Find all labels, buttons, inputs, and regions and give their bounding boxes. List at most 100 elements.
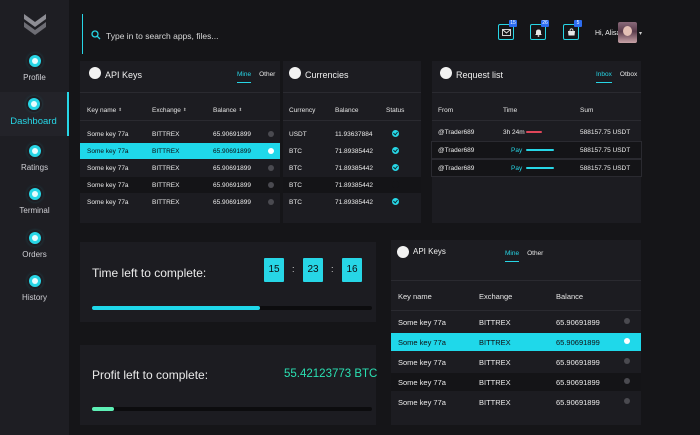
countdown-bar [526,131,542,133]
search-icon[interactable] [91,30,101,40]
cell-balance: 65.90691899 [213,165,251,172]
column-header-balance[interactable]: Balance [335,107,359,114]
table-row[interactable]: @Trader689 3h 24m 588157.75 USDT [432,124,641,140]
search-input[interactable] [106,29,306,42]
nav-dot-icon [28,232,41,244]
cell-balance: 65.90691899 [213,182,251,189]
table-row[interactable]: BTC 71.89385442 [283,160,421,176]
cell-currency: BTC [289,199,302,206]
column-header-exchange[interactable]: Exchange ⬍ [152,107,187,114]
status-check-icon[interactable] [392,198,399,205]
cell-from: @Trader689 [438,147,475,154]
column-header-key-name[interactable]: Key name [398,292,432,301]
status-check-icon[interactable] [392,164,399,171]
cell-currency: BTC [289,165,302,172]
mail-button[interactable]: 15 [498,20,517,40]
tab-other[interactable]: Other [527,250,543,262]
divider [391,280,641,281]
table-row[interactable]: Some key 77a BITTREX 65.90691899 [391,393,641,411]
nav-item-terminal[interactable]: Terminal [0,188,69,228]
cell-balance: 11.93637884 [335,131,373,138]
table-row[interactable]: @Trader689 Pay 588157.75 USDT [431,141,642,159]
timer-seconds: 16 [342,258,362,282]
table-row[interactable]: Some key 77a BITTREX 65.90691899 [391,313,641,331]
divider [80,120,280,121]
row-toggle[interactable] [268,131,274,137]
nav-item-history[interactable]: History [0,275,69,315]
column-header-status[interactable]: Status [386,107,404,114]
pay-link[interactable]: Pay [511,165,522,172]
cell-balance: 65.90691899 [556,358,600,367]
column-header-balance[interactable]: Balance ⬍ [213,107,242,114]
status-check-icon[interactable] [392,147,399,154]
key-icon [397,246,409,258]
table-row[interactable]: Some key 77a BITTREX 65.90691899 [391,353,641,371]
avatar[interactable] [618,22,637,43]
tab-mine[interactable]: Mine [505,250,520,262]
chevron-down-icon[interactable]: ▾ [639,30,642,37]
table-row[interactable]: BTC 71.89385442 [283,194,421,210]
row-toggle[interactable] [268,165,274,171]
tab-otbox[interactable]: Otbox [620,71,637,83]
nav-item-orders[interactable]: Orders [0,232,69,272]
column-header-currency[interactable]: Currency [289,107,315,114]
cell-currency: USDT [289,131,307,138]
cell-balance: 65.90691899 [556,318,600,327]
table-row[interactable]: BTC 71.89385442 [283,177,421,193]
row-toggle[interactable] [624,318,630,324]
column-header-time[interactable]: Time [503,107,517,114]
cell-exchange: BITTREX [152,182,180,189]
column-header-from[interactable]: From [438,107,453,114]
row-toggle[interactable] [268,199,274,205]
list-icon [440,67,452,79]
cell-exchange: BITTREX [152,148,180,155]
table-row[interactable]: Some key 77a BITTREX 65.90691899 [80,143,280,159]
nav-item-profile[interactable]: Profile [0,55,69,95]
cell-exchange: BITTREX [479,378,511,387]
cell-key: Some key 77a [87,131,129,138]
table-row[interactable]: @Trader689 Pay 588157.75 USDT [431,159,642,177]
table-row[interactable]: Some key 77a BITTREX 65.90691899 [80,160,280,176]
table-row[interactable]: USDT 11.93637884 [283,126,421,142]
tab-other[interactable]: Other [259,71,275,83]
divider [283,92,421,93]
nav-item-dashboard[interactable]: Dashboard [0,92,69,136]
api-keys-large-title: API Keys [413,247,446,256]
table-row[interactable]: Some key 77a BITTREX 65.90691899 [80,177,280,193]
pay-progress-bar [526,167,554,169]
table-row[interactable]: Some key 77a BITTREX 65.90691899 [391,373,641,391]
nav-label-terminal: Terminal [19,206,50,215]
status-empty-icon[interactable] [392,181,399,188]
time-left-label: Time left to complete: [92,266,207,280]
column-header-exchange[interactable]: Exchange [479,292,512,301]
cell-balance: 65.90691899 [556,378,600,387]
table-row[interactable]: Some key 77a BITTREX 65.90691899 [80,194,280,210]
status-check-icon[interactable] [392,130,399,137]
row-toggle[interactable] [268,182,274,188]
nav-item-ratings[interactable]: Ratings [0,145,69,185]
nav-dot-icon [28,145,41,157]
table-row[interactable]: BTC 71.89385442 [283,143,421,159]
nav-label-ratings: Ratings [20,163,49,172]
cell-sum: 588157.75 USDT [580,165,631,172]
row-toggle[interactable] [624,338,630,344]
row-toggle[interactable] [624,358,630,364]
row-toggle[interactable] [624,398,630,404]
row-toggle[interactable] [268,148,274,154]
row-toggle[interactable] [624,378,630,384]
sidebar: Profile Dashboard Ratings Terminal Order… [0,0,69,435]
column-header-balance[interactable]: Balance [556,292,583,301]
time-progress-fill [92,306,260,310]
tab-mine[interactable]: Mine [237,71,252,83]
column-header-key-name[interactable]: Key name ⬍ [87,107,122,114]
table-row[interactable]: Some key 77a BITTREX 65.90691899 [391,333,641,351]
column-header-sum[interactable]: Sum [580,107,593,114]
pay-link[interactable]: Pay [511,147,522,154]
divider [283,120,421,121]
store-button[interactable]: 5 [563,20,582,40]
notifications-button[interactable]: 26 [530,20,549,40]
table-row[interactable]: Some key 77a BITTREX 65.90691899 [80,126,280,142]
cell-exchange: BITTREX [479,338,511,347]
tab-inbox[interactable]: Inbox [596,71,612,83]
topbar-divider [82,14,83,54]
